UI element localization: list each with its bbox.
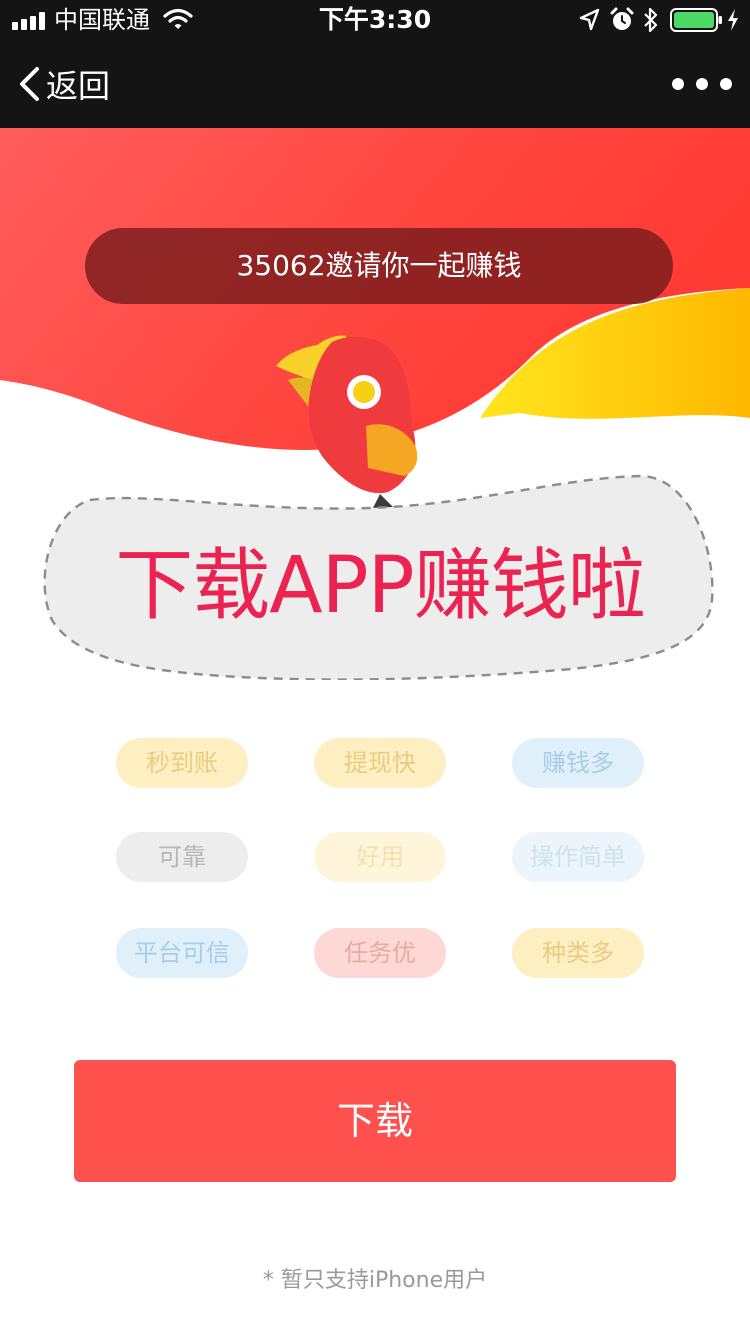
feature-tag: 平台可信 <box>116 928 248 978</box>
back-label: 返回 <box>46 67 111 105</box>
status-bar: 中国联通 下午3:30 <box>0 0 750 40</box>
battery-icon <box>670 8 722 32</box>
feature-tag: 秒到账 <box>116 738 248 788</box>
headline-text: 下载APP赚钱啦 <box>115 541 645 631</box>
more-icon[interactable] <box>672 70 732 98</box>
chevron-left-icon <box>20 67 39 101</box>
feature-tag: 种类多 <box>512 928 644 978</box>
feature-tag: 可靠 <box>116 832 248 882</box>
footnote-text: * 暂只支持iPhone用户 <box>262 1268 488 1293</box>
back-button[interactable]: 返回 <box>18 62 110 106</box>
location-icon <box>579 8 600 31</box>
invite-banner: 35062邀请你一起赚钱 <box>85 228 673 304</box>
feature-tag: 提现快 <box>314 738 446 788</box>
feature-tag: 赚钱多 <box>512 738 644 788</box>
feature-tag: 好用 <box>314 832 446 882</box>
bluetooth-icon <box>644 7 658 33</box>
feature-tag: 操作简单 <box>512 832 644 882</box>
download-button[interactable]: 下载 <box>74 1060 676 1182</box>
feature-tag: 任务优 <box>314 928 446 978</box>
alarm-icon <box>610 7 634 30</box>
status-time: 下午3:30 <box>318 5 432 34</box>
charging-icon <box>728 9 738 31</box>
navigation-bar: 返回 <box>0 40 750 128</box>
